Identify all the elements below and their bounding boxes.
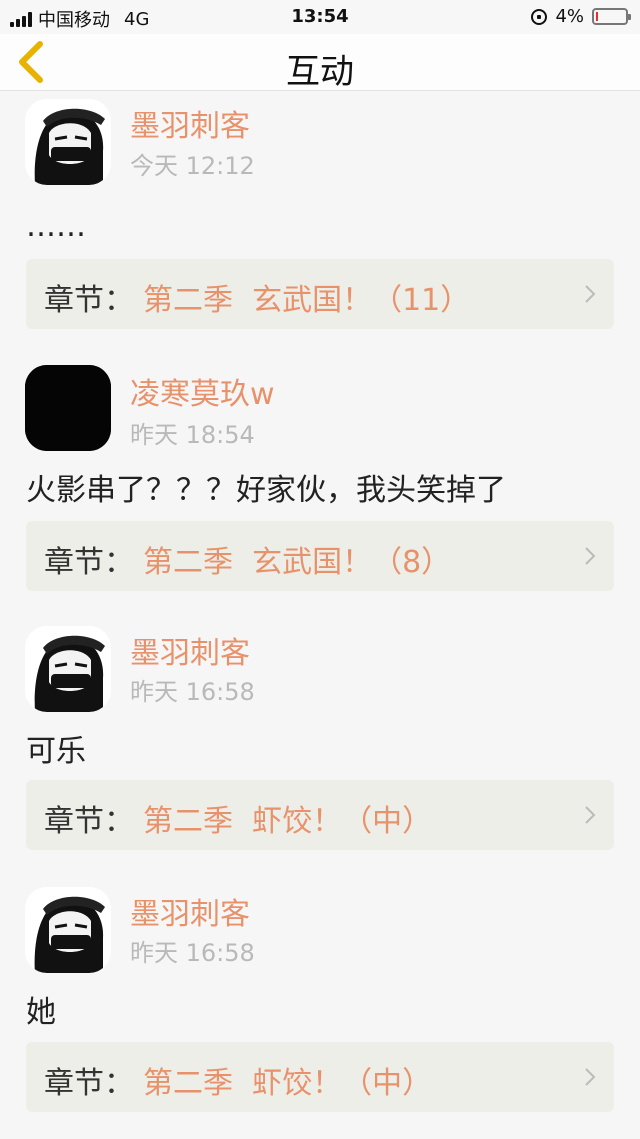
anime-avatar-icon <box>25 99 111 185</box>
nav-bar: 互动 <box>0 34 640 92</box>
chevron-right-icon <box>585 285 596 303</box>
comment-text: 火影串了？？？好家伙，我头笑掉了 <box>26 473 506 508</box>
chevron-right-icon <box>585 1068 596 1086</box>
avatar[interactable] <box>25 887 111 973</box>
timestamp: 昨天 16:58 <box>130 939 255 967</box>
avatar[interactable] <box>25 99 111 185</box>
chapter-title: 第二季 虾饺！（中） <box>143 804 433 839</box>
chapter-title: 第二季 虾饺！（中） <box>143 1066 433 1101</box>
chapter-link[interactable]: 章节： 第二季 虾饺！（中） <box>26 780 614 850</box>
username[interactable]: 墨羽刺客 <box>130 101 250 145</box>
anime-avatar-icon <box>25 626 111 712</box>
chapter-link[interactable]: 章节： 第二季 玄武国！（8） <box>26 521 614 591</box>
chevron-right-icon <box>585 806 596 824</box>
username[interactable]: 墨羽刺客 <box>130 889 250 933</box>
chapter-prefix: 章节： <box>44 1066 134 1101</box>
page-title: 互动 <box>286 52 354 92</box>
status-right: 4% <box>531 6 631 27</box>
username[interactable]: 墨羽刺客 <box>130 628 250 672</box>
chapter-prefix: 章节： <box>44 545 134 580</box>
status-bar: 中国移动 4G 13:54 4% <box>0 0 640 34</box>
comment-text: 可乐 <box>26 734 86 769</box>
battery-icon <box>592 8 631 25</box>
comment-text: …… <box>26 209 86 244</box>
black-avatar-icon <box>25 365 111 451</box>
chapter-title: 第二季 玄武国！（8） <box>143 545 452 580</box>
battery-percent: 4% <box>555 6 584 27</box>
timestamp: 今天 12:12 <box>130 152 255 180</box>
chapter-prefix: 章节： <box>44 804 134 839</box>
timestamp: 昨天 18:54 <box>130 421 255 449</box>
chapter-prefix: 章节： <box>44 283 134 318</box>
chapter-link[interactable]: 章节： 第二季 虾饺！（中） <box>26 1042 614 1112</box>
chapter-link[interactable]: 章节： 第二季 玄武国！（11） <box>26 259 614 329</box>
chapter-title: 第二季 玄武国！（11） <box>143 283 471 318</box>
chevron-right-icon <box>585 547 596 565</box>
anime-avatar-icon <box>25 887 111 973</box>
timestamp: 昨天 16:58 <box>130 678 255 706</box>
avatar[interactable] <box>25 365 111 451</box>
avatar[interactable] <box>25 626 111 712</box>
comment-text: 她 <box>26 995 56 1030</box>
username[interactable]: 凌寒莫玖w <box>130 369 275 413</box>
rotation-lock-icon <box>531 8 548 25</box>
